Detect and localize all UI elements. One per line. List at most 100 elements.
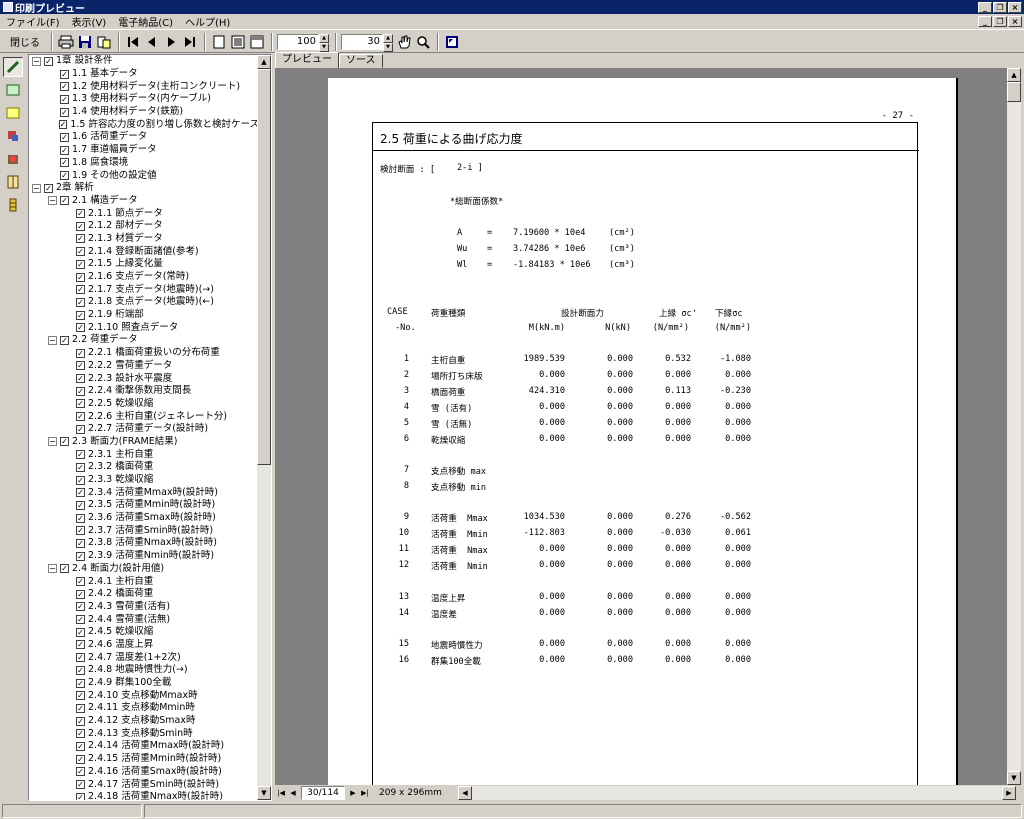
tree-node[interactable]: ✓ 2.4.6 温度上昇 [29,639,259,652]
mdi-restore-button[interactable]: ❐ [993,16,1007,27]
tree-scroll-thumb[interactable] [257,69,271,465]
tab-preview[interactable]: プレビュー [275,52,339,68]
tree-node[interactable]: ✓ 2.3.3 乾燥収縮 [29,474,259,487]
minimize-button[interactable]: _ [978,1,992,13]
tree-node[interactable]: ✓ 1.9 その他の設定値 [29,169,259,182]
checkbox-icon[interactable]: ✓ [76,247,85,257]
close-preview-button[interactable]: 閉じる [4,33,46,51]
checkbox-icon[interactable]: ✓ [76,500,85,510]
tree-node[interactable]: ✓ 2.2.3 設計水平震度 [29,372,259,385]
checkbox-icon[interactable]: ✓ [76,703,85,713]
tree-node[interactable]: − ✓ 2章 解析 [29,182,259,195]
collapse-icon[interactable]: − [48,564,57,574]
tree-node[interactable]: ✓ 2.4.9 群集100全載 [29,677,259,690]
export-icon[interactable] [95,33,113,51]
preview-scroll-up-icon[interactable]: ▲ [1007,68,1021,82]
page-field[interactable]: 30/114 [301,786,345,800]
checkbox-icon[interactable]: ✓ [76,412,85,422]
tree-node[interactable]: ✓ 2.1.10 照査点データ [29,321,259,334]
checkbox-icon[interactable]: ✓ [76,741,85,751]
checkbox-icon[interactable]: ✓ [76,272,85,282]
zoom-value[interactable]: 100 [277,33,319,50]
checkbox-icon[interactable]: ✓ [76,348,85,358]
menu-file[interactable]: ファイル(F) [0,14,66,29]
building-tool-icon[interactable] [3,172,23,192]
checkbox-icon[interactable]: ✓ [76,323,85,333]
tree-node[interactable]: ✓ 2.2.7 活荷重データ(設計時) [29,423,259,436]
next-page-icon[interactable] [162,33,180,51]
tree-node[interactable]: ✓ 2.4.11 支点移動Mmin時 [29,702,259,715]
tree-node[interactable]: ✓ 1.5 許容応力度の割り増し係数と検討ケース [29,118,259,131]
save-icon[interactable] [76,33,94,51]
checkbox-icon[interactable]: ✓ [76,678,85,688]
tree-node[interactable]: ✓ 2.4.10 支点移動Mmax時 [29,689,259,702]
restore-button[interactable]: ❐ [993,1,1007,13]
collapse-icon[interactable]: − [32,183,41,193]
nav-next-icon[interactable]: ▶ [347,786,359,800]
single-page-icon[interactable] [210,33,228,51]
lines-spinner[interactable]: 30 ▲ ▼ [341,33,393,52]
tree-node[interactable]: ✓ 2.2.1 橋面荷重扱いの分布荷重 [29,347,259,360]
tree-node[interactable]: ✓ 2.3.1 主桁自重 [29,448,259,461]
tree-node[interactable]: ✓ 1.3 使用材料データ(内ケーブル) [29,93,259,106]
brush-tool-icon[interactable] [3,126,23,146]
tree-node[interactable]: ✓ 2.2.6 主桁自重(ジェネレート分) [29,410,259,423]
menu-help[interactable]: ヘルプ(H) [179,14,236,29]
collapse-icon[interactable]: − [32,56,41,66]
tree-node[interactable]: ✓ 1.2 使用材料データ(主桁コンクリート) [29,80,259,93]
lines-up-icon[interactable]: ▲ [383,33,393,43]
nav-first-icon[interactable]: |◀ [275,786,287,800]
tree-node[interactable]: ✓ 2.1.6 支点データ(常時) [29,271,259,284]
tree-node[interactable]: ✓ 2.1.4 登録断面諸値(参考) [29,245,259,258]
checkbox-icon[interactable]: ✓ [76,780,85,790]
hand-tool-icon[interactable] [395,33,413,51]
prev-page-icon[interactable] [143,33,161,51]
checkbox-icon[interactable]: ✓ [76,259,85,269]
tree-node[interactable]: ✓ 2.4.18 活荷重Nmax時(設計時) [29,791,259,800]
checkbox-icon[interactable]: ✓ [76,513,85,523]
tree-node[interactable]: − ✓ 2.3 断面力(FRAME結果) [29,436,259,449]
checkbox-icon[interactable]: ✓ [76,627,85,637]
checkbox-icon[interactable]: ✓ [76,551,85,561]
tree-node[interactable]: ✓ 2.1.9 桁端部 [29,309,259,322]
checkbox-icon[interactable]: ✓ [60,69,69,79]
tree-node[interactable]: − ✓ 2.2 荷重データ [29,334,259,347]
tree-node[interactable]: ✓ 2.4.7 温度差(1+2次) [29,651,259,664]
zoom-spinner[interactable]: 100 ▲ ▼ [277,33,329,52]
checkbox-icon[interactable]: ✓ [60,132,69,142]
checkbox-icon[interactable]: ✓ [76,577,85,587]
pencil-tool-icon[interactable] [3,57,23,77]
tree-node[interactable]: − ✓ 2.4 断面力(設計用値) [29,563,259,576]
checkbox-icon[interactable]: ✓ [76,526,85,536]
tree-node[interactable]: ✓ 2.3.9 活荷重Nmin時(設計時) [29,550,259,563]
checkbox-icon[interactable]: ✓ [76,462,85,472]
tree-node[interactable]: ✓ 2.4.2 橋面荷重 [29,588,259,601]
zoom-down-icon[interactable]: ▼ [319,42,329,52]
first-page-icon[interactable] [124,33,142,51]
checkbox-icon[interactable]: ✓ [60,564,69,574]
menu-view[interactable]: 表示(V) [66,14,113,29]
preview-scroll-down-icon[interactable]: ▼ [1007,771,1021,785]
mdi-close-button[interactable]: × [1008,16,1022,27]
checkbox-icon[interactable]: ✓ [60,82,69,92]
checkbox-icon[interactable]: ✓ [58,120,68,130]
checkbox-icon[interactable]: ✓ [76,297,85,307]
checkbox-icon[interactable]: ✓ [44,56,53,66]
preview-vertical-scrollbar[interactable]: ▲ ▼ [1007,68,1021,785]
tree-node[interactable]: ✓ 2.1.8 支点データ(地震時)(←) [29,296,259,309]
menu-electronic-delivery[interactable]: 電子納品(C) [112,14,179,29]
checkbox-icon[interactable]: ✓ [76,716,85,726]
tree-node[interactable]: ✓ 2.1.5 上縁変化量 [29,258,259,271]
checkbox-icon[interactable]: ✓ [76,361,85,371]
checkbox-icon[interactable]: ✓ [76,450,85,460]
nav-last-icon[interactable]: ▶| [359,786,371,800]
tree-node[interactable]: − ✓ 1章 設計条件 [29,55,259,68]
tree-node[interactable]: ✓ 2.1.1 節点データ [29,207,259,220]
mdi-minimize-button[interactable]: _ [978,16,992,27]
tree-node[interactable]: ✓ 2.1.7 支点データ(地震時)(→) [29,283,259,296]
tree-node[interactable]: ✓ 2.1.3 材質データ [29,233,259,246]
lines-value[interactable]: 30 [341,33,383,50]
checkbox-icon[interactable]: ✓ [76,665,85,675]
close-window-button[interactable]: × [1008,1,1022,13]
tree-node[interactable]: ✓ 2.3.4 活荷重Mmax時(設計時) [29,486,259,499]
